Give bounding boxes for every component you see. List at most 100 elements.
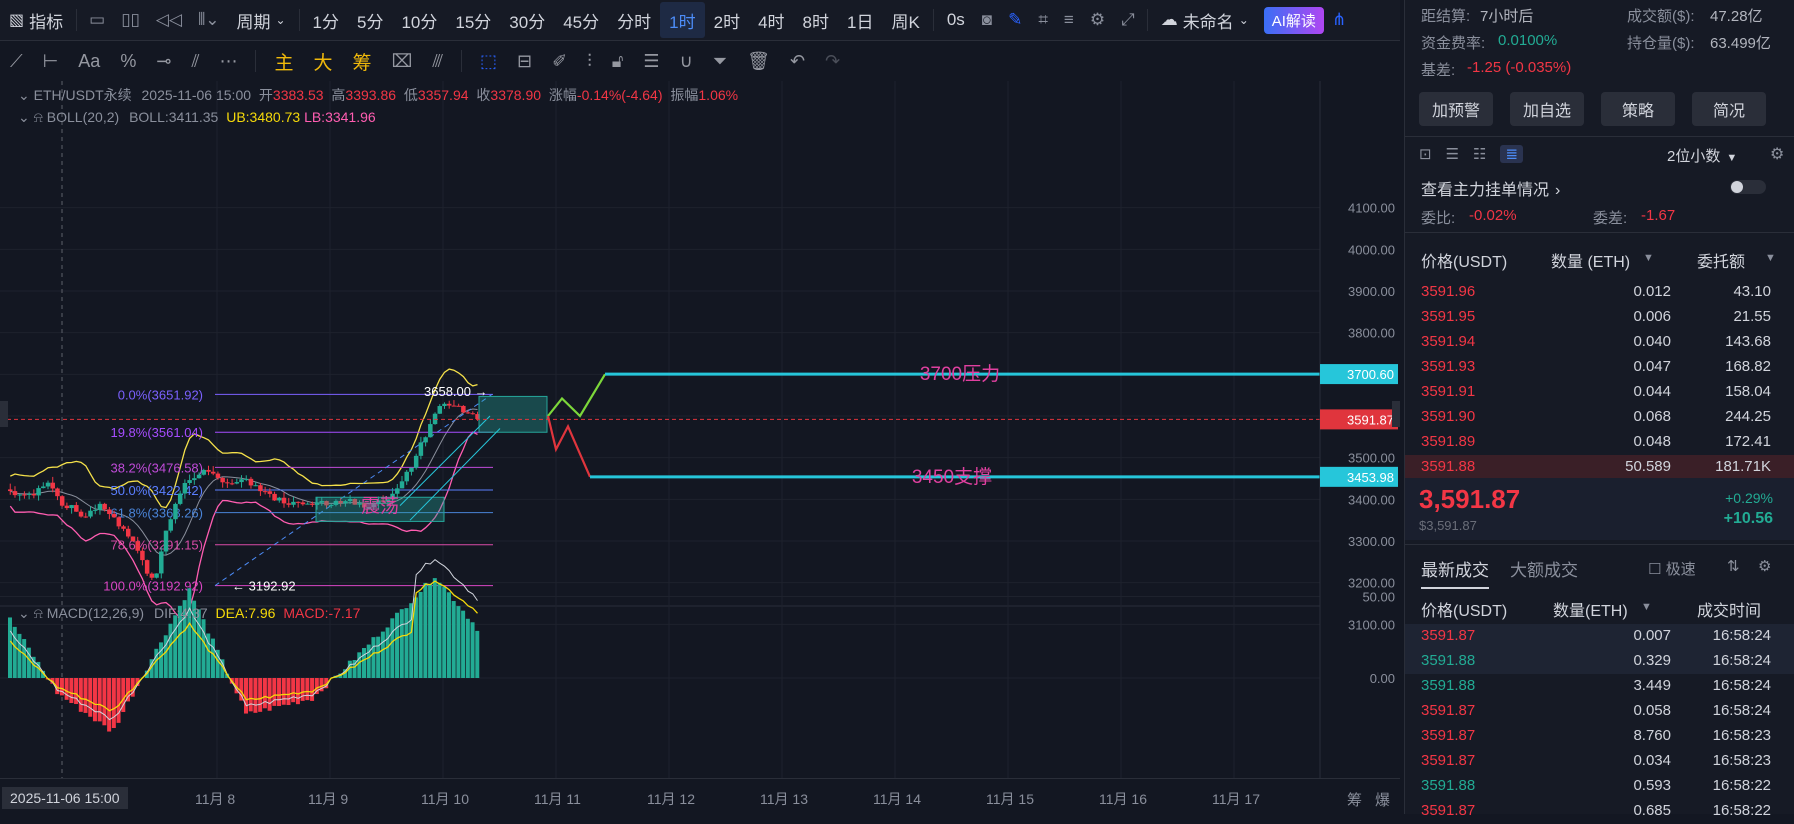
camera-icon[interactable]: ◙: [974, 10, 1000, 30]
chip-button[interactable]: 筹: [343, 48, 382, 75]
period-dropdown[interactable]: 周期⌄: [227, 2, 294, 38]
chip-distribution-icon[interactable]: 筹: [1347, 789, 1362, 810]
large-order-button[interactable]: 大: [303, 48, 342, 75]
magnet-icon[interactable]: ∪: [670, 51, 703, 72]
collapse-icon[interactable]: ⌄: [18, 109, 30, 125]
ask-row[interactable]: 3591.930.047168.82: [1405, 355, 1794, 380]
candle-type-icon[interactable]: ⫴⌄: [190, 10, 227, 30]
divider: [461, 50, 462, 72]
layout-icon[interactable]: ▯▯: [113, 10, 148, 30]
tab-timeframe-5[interactable]: 45分: [554, 2, 608, 38]
overview-button[interactable]: 简况: [1692, 92, 1766, 126]
horizontal-line-icon[interactable]: ⊢: [33, 51, 69, 72]
ask-row[interactable]: 3591.950.00621.55: [1405, 305, 1794, 330]
liquidation-icon[interactable]: 爆: [1375, 789, 1390, 810]
pen-icon[interactable]: ✎: [1000, 10, 1030, 30]
ask-row[interactable]: 3591.890.048172.41: [1405, 430, 1794, 455]
main-force-button[interactable]: 主: [264, 48, 303, 75]
filter-icon[interactable]: ⏷: [703, 51, 737, 72]
more-icon[interactable]: ⋯: [209, 51, 247, 72]
trade-qty: 8.760: [1633, 727, 1671, 744]
macd-bar: [211, 639, 215, 678]
book-both-icon[interactable]: ⊡: [1419, 145, 1432, 163]
tab-timeframe-12[interactable]: 周K: [882, 2, 928, 38]
fullscreen-icon[interactable]: ⤢: [1113, 10, 1143, 30]
tab-timeframe-8[interactable]: 2时: [705, 2, 749, 38]
template-icon[interactable]: ☰: [633, 51, 669, 72]
candle-body: [310, 504, 315, 505]
text-tool-icon[interactable]: Aa: [68, 51, 110, 72]
trade-qty-header[interactable]: 数量(ETH): [1553, 597, 1628, 621]
add-watchlist-button[interactable]: 加自选: [1510, 92, 1584, 126]
book-bids-icon[interactable]: ☰: [1446, 145, 1459, 163]
layout-name-dropdown[interactable]: ☁未命名⌄: [1152, 2, 1258, 38]
chart-area[interactable]: 0.0%(3651.92)19.8%(3561.04)38.2%(3476.58…: [0, 81, 1400, 814]
ai-interpret-button[interactable]: AI解读: [1264, 7, 1324, 34]
settings-icon[interactable]: ⚙: [1758, 557, 1771, 575]
tab-timeframe-10[interactable]: 8时: [794, 2, 838, 38]
redo-icon[interactable]: ↷: [815, 51, 850, 72]
ask-row[interactable]: 3591.8850.589181.71K: [1405, 455, 1794, 480]
macd-bar: [249, 678, 253, 711]
list-icon[interactable]: ≡: [1056, 10, 1082, 30]
group-icon[interactable]: ⫶: [577, 51, 602, 72]
tab-timeframe-2[interactable]: 10分: [392, 2, 446, 38]
select-draw-icon[interactable]: ⬚: [470, 51, 507, 72]
replay-icon[interactable]: ◁◁: [148, 10, 190, 30]
main-orders-link[interactable]: 查看主力挂单情况›: [1421, 176, 1560, 200]
tab-timeframe-6[interactable]: 分时: [608, 2, 660, 38]
ask-row[interactable]: 3591.900.068244.25: [1405, 405, 1794, 430]
calendar-icon[interactable]: ▭: [81, 10, 113, 30]
brush-icon[interactable]: ✐: [542, 51, 577, 72]
macd-bar: [367, 645, 371, 678]
candle-body: [296, 502, 301, 503]
ray-icon[interactable]: ⊸: [146, 51, 181, 72]
auto-draw-icon[interactable]: ⫻: [422, 51, 453, 72]
trade-qty: 0.593: [1633, 777, 1671, 794]
annotate-icon[interactable]: ⌧: [382, 51, 423, 72]
tab-latest-trades[interactable]: 最新成交: [1421, 556, 1489, 589]
fast-mode-checkbox[interactable]: ☐ 极速: [1648, 558, 1696, 579]
undo-icon[interactable]: ↶: [780, 51, 815, 72]
sort-icon[interactable]: ⇅: [1727, 557, 1740, 575]
collapse-icon[interactable]: ⌄: [18, 605, 30, 621]
settings-icon[interactable]: ⚙: [1770, 144, 1784, 164]
percent-tool-icon[interactable]: %: [110, 51, 146, 72]
trend-line-icon[interactable]: ⟋: [0, 51, 33, 72]
collapse-icon[interactable]: ⌄: [18, 87, 30, 103]
tab-timeframe-7[interactable]: 1时: [660, 2, 704, 38]
candle-body: [206, 470, 211, 472]
candle-body: [419, 442, 424, 455]
tab-timeframe-4[interactable]: 30分: [500, 2, 554, 38]
tab-timeframe-9[interactable]: 4时: [749, 2, 793, 38]
decimals-dropdown[interactable]: 2位小数▼: [1667, 145, 1737, 166]
tab-timeframe-0[interactable]: 1分: [304, 2, 348, 38]
measure-icon[interactable]: ⊟: [507, 51, 542, 72]
tab-timeframe-3[interactable]: 15分: [446, 2, 500, 38]
settings-icon[interactable]: ⚙: [1082, 10, 1113, 30]
tab-large-trades[interactable]: 大额成交: [1510, 556, 1578, 581]
bell-icon[interactable]: ⍾: [34, 605, 43, 621]
amount-header[interactable]: 委托额: [1697, 248, 1745, 272]
ask-row[interactable]: 3591.910.044158.04: [1405, 380, 1794, 405]
tab-timeframe-1[interactable]: 5分: [348, 2, 392, 38]
ask-row[interactable]: 3591.960.01243.10: [1405, 280, 1794, 305]
bell-icon[interactable]: ⍾: [34, 109, 43, 125]
share-icon[interactable]: ⋔: [1324, 10, 1354, 30]
left-collapse-handle[interactable]: [0, 401, 8, 427]
main-orders-toggle[interactable]: [1730, 180, 1766, 194]
book-compact-icon[interactable]: ≣: [1500, 145, 1523, 163]
indicator-button[interactable]: ▧指标: [0, 2, 72, 38]
ruler-icon[interactable]: ⫽: [181, 51, 209, 72]
right-collapse-handle[interactable]: [1392, 401, 1400, 427]
unlock-icon[interactable]: 🔓︎: [602, 51, 634, 72]
book-asks-icon[interactable]: ☷: [1473, 145, 1486, 163]
strategy-button[interactable]: 策略: [1601, 92, 1675, 126]
ask-row[interactable]: 3591.940.040143.68: [1405, 330, 1794, 355]
macd-bar: [286, 678, 290, 705]
add-alert-button[interactable]: 加预警: [1419, 92, 1493, 126]
qty-header[interactable]: 数量 (ETH): [1551, 248, 1630, 272]
tab-timeframe-11[interactable]: 1日: [838, 2, 882, 38]
cursor-icon[interactable]: ⌗: [1030, 10, 1056, 30]
delete-icon[interactable]: 🗑︎: [737, 51, 780, 72]
